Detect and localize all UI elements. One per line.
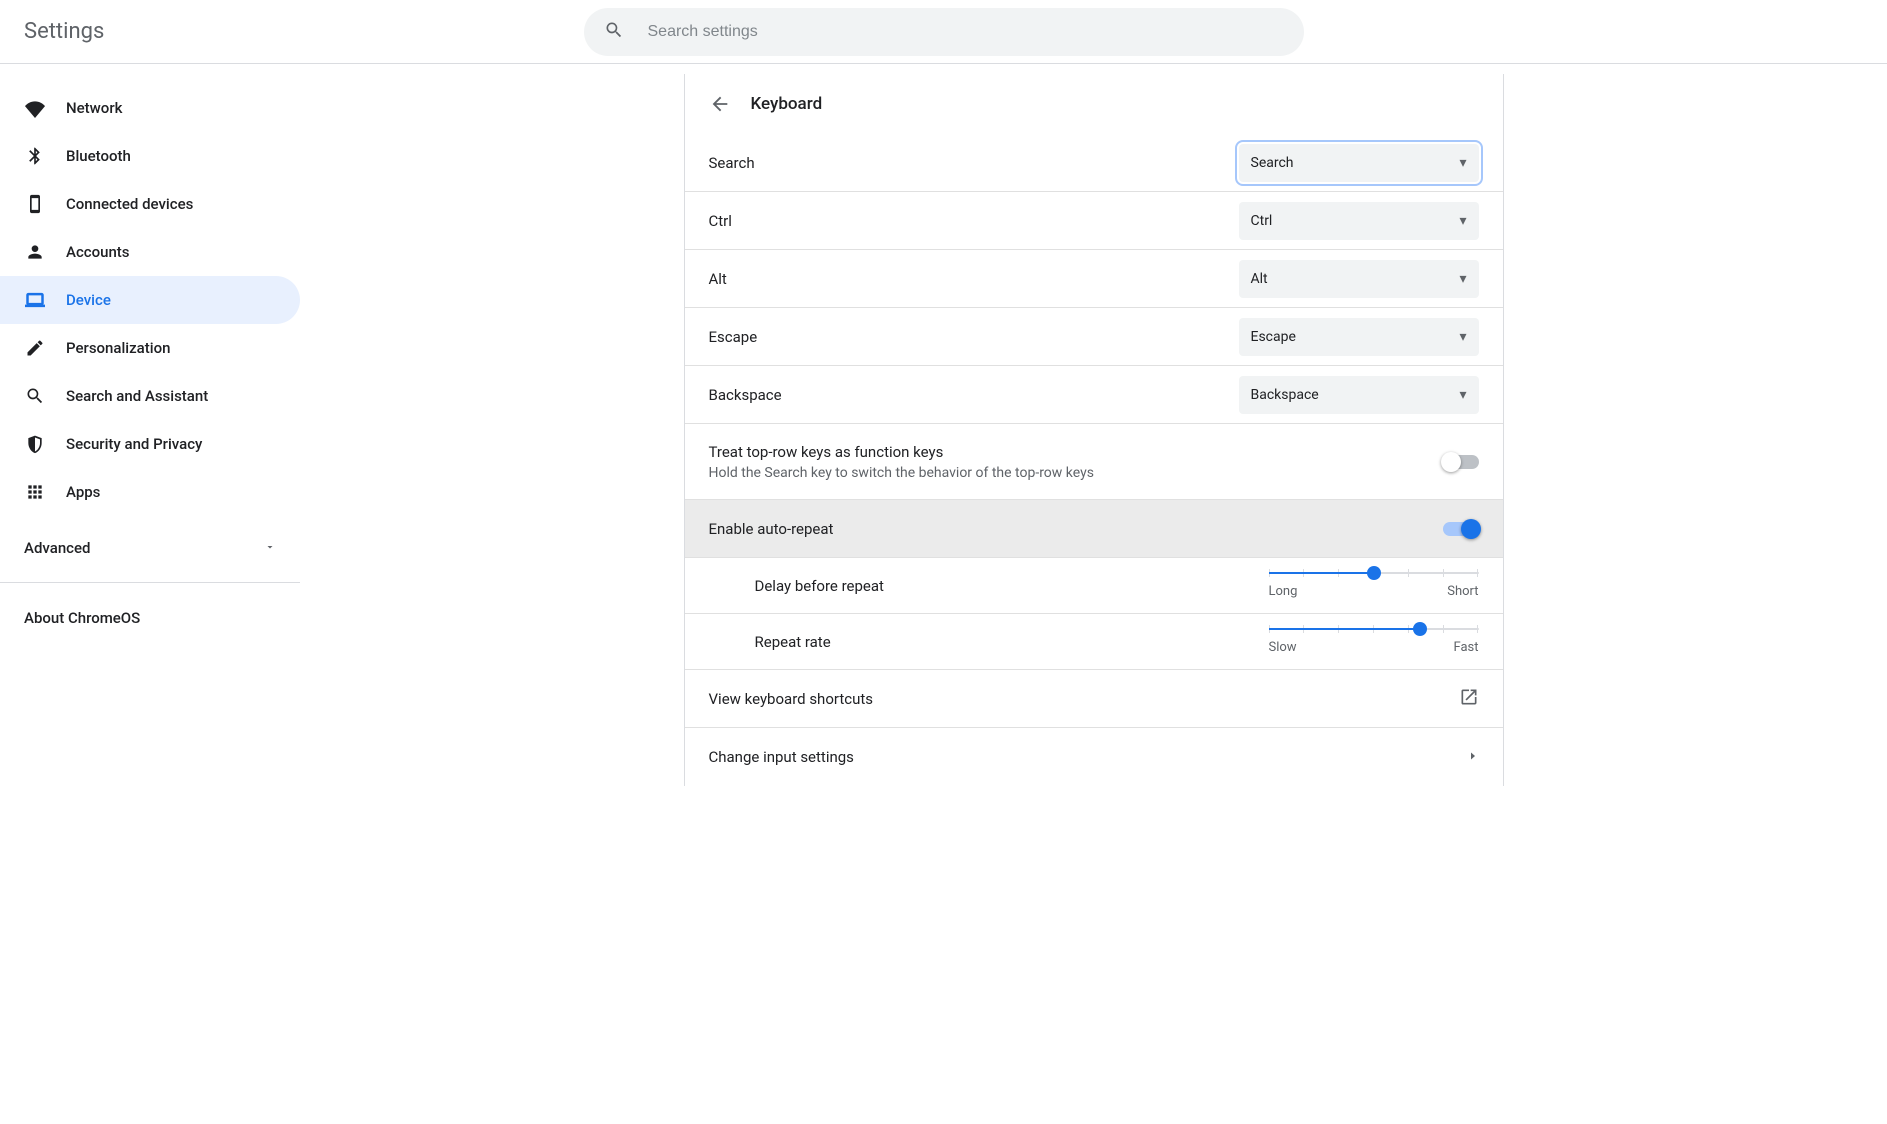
page-header: Keyboard: [685, 74, 1503, 134]
keymap-label: Escape: [709, 328, 758, 346]
apps-icon: [24, 482, 46, 502]
rate-right-label: Fast: [1453, 640, 1478, 655]
sidebar-item-network[interactable]: Network: [0, 84, 300, 132]
auto-repeat-toggle[interactable]: [1443, 522, 1479, 536]
change-input-settings-link[interactable]: Change input settings: [685, 728, 1503, 786]
sidebar-item-accounts[interactable]: Accounts: [0, 228, 300, 276]
keymap-dropdown-search[interactable]: Search ▾: [1239, 144, 1479, 182]
chevron-down-icon: ▾: [1459, 387, 1466, 403]
keymap-label: Ctrl: [709, 212, 732, 230]
person-icon: [24, 242, 46, 262]
sidebar-item-security-privacy[interactable]: Security and Privacy: [0, 420, 300, 468]
toprow-function-keys-row: Treat top-row keys as function keys Hold…: [685, 424, 1503, 500]
rate-label: Repeat rate: [755, 633, 831, 651]
delay-slider[interactable]: [1269, 572, 1479, 574]
chevron-down-icon: [264, 539, 276, 557]
sidebar-item-label: Connected devices: [66, 195, 193, 213]
back-button[interactable]: [709, 93, 731, 115]
keymap-dropdown-ctrl[interactable]: Ctrl ▾: [1239, 202, 1479, 240]
keymap-label: Backspace: [709, 386, 782, 404]
sidebar-advanced-label: Advanced: [24, 539, 90, 557]
delay-right-label: Short: [1447, 584, 1478, 599]
keymap-dropdown-backspace[interactable]: Backspace ▾: [1239, 376, 1479, 414]
sidebar-item-search-assistant[interactable]: Search and Assistant: [0, 372, 300, 420]
laptop-icon: [24, 290, 46, 310]
search-box[interactable]: [584, 8, 1304, 56]
app-title: Settings: [24, 19, 104, 44]
rate-slider[interactable]: [1269, 628, 1479, 630]
chevron-down-icon: ▾: [1459, 271, 1466, 287]
delay-left-label: Long: [1269, 584, 1298, 599]
rate-left-label: Slow: [1269, 640, 1297, 655]
keymap-row-alt: Alt Alt ▾: [685, 250, 1503, 308]
toprow-title: Treat top-row keys as function keys: [709, 443, 1094, 461]
link-label: View keyboard shortcuts: [709, 690, 874, 708]
sidebar-item-label: Personalization: [66, 339, 170, 357]
toprow-toggle[interactable]: [1443, 455, 1479, 469]
sidebar-item-label: Search and Assistant: [66, 387, 208, 405]
shield-icon: [24, 434, 46, 454]
sidebar-item-apps[interactable]: Apps: [0, 468, 300, 516]
edit-icon: [24, 338, 46, 358]
keymap-dropdown-alt[interactable]: Alt ▾: [1239, 260, 1479, 298]
page-title: Keyboard: [751, 94, 823, 114]
keymap-row-search: Search Search ▾: [685, 134, 1503, 192]
search-icon: [24, 386, 46, 406]
chevron-down-icon: ▾: [1459, 155, 1466, 171]
main-panel: Keyboard Search Search ▾ Ctrl Ctrl ▾ Alt: [684, 74, 1504, 786]
auto-repeat-title: Enable auto-repeat: [709, 520, 834, 538]
open-external-icon: [1459, 687, 1479, 711]
sidebar-divider: [0, 582, 300, 583]
chevron-down-icon: ▾: [1459, 329, 1466, 345]
app-header: Settings: [0, 0, 1887, 64]
phone-icon: [24, 194, 46, 214]
keymap-label: Search: [709, 154, 755, 172]
dropdown-value: Alt: [1251, 271, 1268, 287]
search-icon: [604, 20, 624, 44]
sidebar-item-device[interactable]: Device: [0, 276, 300, 324]
keymap-row-backspace: Backspace Backspace ▾: [685, 366, 1503, 424]
sidebar-item-label: Accounts: [66, 243, 130, 261]
dropdown-value: Search: [1251, 155, 1294, 171]
keymap-label: Alt: [709, 270, 727, 288]
chevron-right-icon: [1467, 748, 1479, 766]
sidebar-item-personalization[interactable]: Personalization: [0, 324, 300, 372]
sidebar-advanced[interactable]: Advanced: [0, 524, 300, 572]
view-shortcuts-link[interactable]: View keyboard shortcuts: [685, 670, 1503, 728]
toprow-subtitle: Hold the Search key to switch the behavi…: [709, 465, 1094, 481]
dropdown-value: Backspace: [1251, 387, 1319, 403]
delay-label: Delay before repeat: [755, 577, 884, 595]
chevron-down-icon: ▾: [1459, 213, 1466, 229]
dropdown-value: Ctrl: [1251, 213, 1273, 229]
sidebar-about-label: About ChromeOS: [24, 609, 140, 627]
wifi-icon: [24, 98, 46, 118]
sidebar-item-label: Network: [66, 99, 122, 117]
sidebar-item-label: Device: [66, 291, 111, 309]
sidebar-item-label: Apps: [66, 483, 100, 501]
keymap-dropdown-escape[interactable]: Escape ▾: [1239, 318, 1479, 356]
delay-slider-row: Delay before repeat Long Short: [685, 558, 1503, 614]
sidebar-item-label: Bluetooth: [66, 147, 131, 165]
sidebar: Network Bluetooth Connected devices Acco…: [0, 64, 300, 786]
sidebar-about[interactable]: About ChromeOS: [0, 593, 300, 643]
keymap-row-ctrl: Ctrl Ctrl ▾: [685, 192, 1503, 250]
search-input[interactable]: [648, 23, 1284, 41]
bluetooth-icon: [24, 146, 46, 166]
auto-repeat-row: Enable auto-repeat: [685, 500, 1503, 558]
dropdown-value: Escape: [1251, 329, 1296, 345]
keymap-row-escape: Escape Escape ▾: [685, 308, 1503, 366]
sidebar-item-label: Security and Privacy: [66, 435, 202, 453]
rate-slider-row: Repeat rate Slow Fast: [685, 614, 1503, 670]
link-label: Change input settings: [709, 748, 854, 766]
sidebar-item-connected-devices[interactable]: Connected devices: [0, 180, 300, 228]
sidebar-item-bluetooth[interactable]: Bluetooth: [0, 132, 300, 180]
